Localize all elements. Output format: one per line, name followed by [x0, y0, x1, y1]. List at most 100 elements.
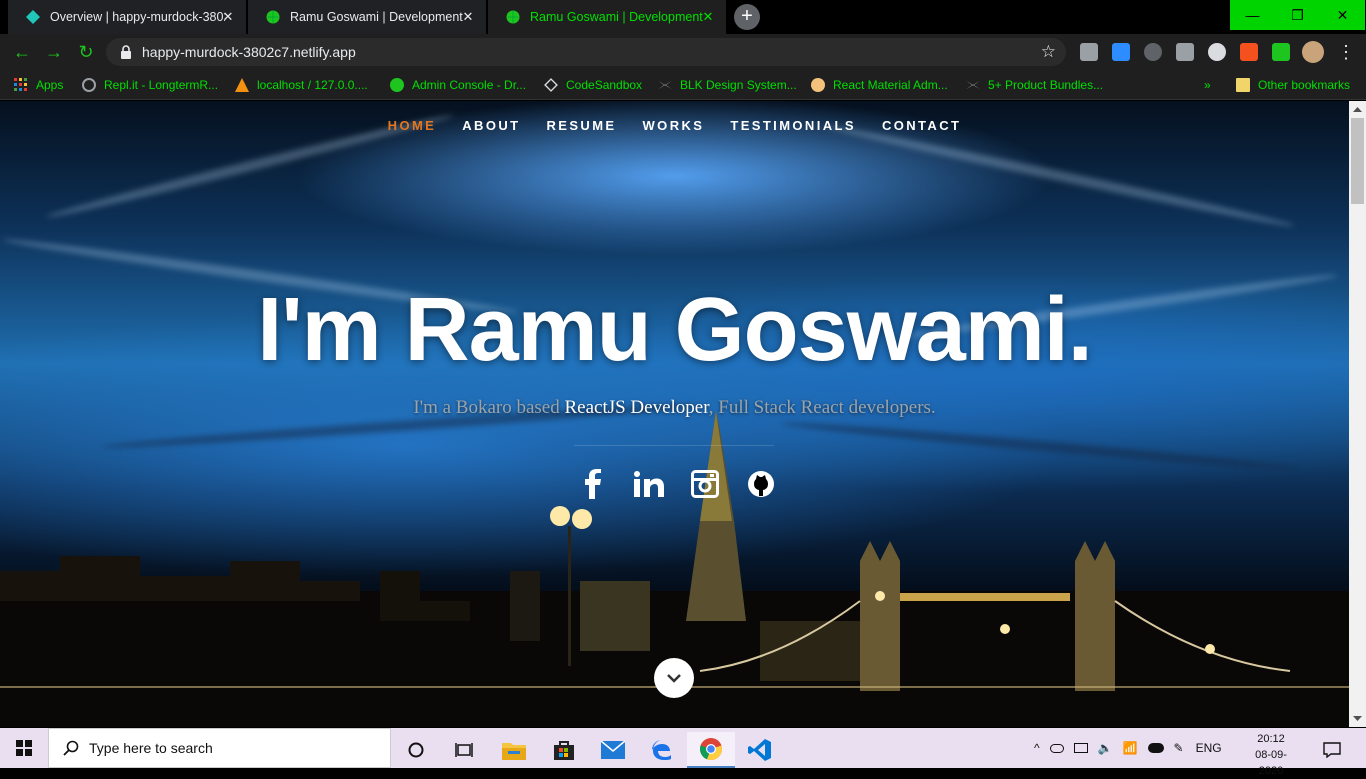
edge-icon [652, 740, 671, 760]
file-explorer-button[interactable] [490, 732, 538, 768]
tray-overflow-chevron-icon[interactable]: ^ [1034, 741, 1040, 755]
language-indicator[interactable]: ENG [1196, 741, 1222, 755]
task-view-icon [455, 743, 473, 757]
scrollbar-thumb[interactable] [1351, 118, 1364, 204]
nav-about[interactable]: ABOUT [449, 118, 533, 133]
profile-avatar[interactable] [1302, 41, 1324, 63]
circle-extension-icon[interactable] [1208, 43, 1226, 61]
close-icon[interactable]: ✕ [460, 9, 476, 25]
translate-extension-icon[interactable] [1240, 43, 1258, 61]
page-scrollbar[interactable] [1349, 101, 1366, 727]
battery-icon[interactable] [1073, 743, 1088, 753]
react-material-icon [811, 78, 825, 92]
bookmark-localhost[interactable]: localhost / 127.0.0.... [235, 76, 368, 94]
camera-extension-icon[interactable] [1176, 43, 1194, 61]
store-icon [554, 741, 574, 760]
instagram-icon [691, 470, 719, 498]
search-icon [63, 740, 79, 756]
netlify-icon [26, 10, 40, 24]
start-button[interactable] [0, 728, 48, 768]
close-window-button[interactable]: ✕ [1320, 0, 1365, 30]
address-bar[interactable]: happy-murdock-3802c7.netlify.app ☆ [106, 38, 1066, 66]
volume-icon[interactable]: 🔈 [1098, 741, 1113, 755]
minimize-button[interactable]: — [1230, 0, 1275, 30]
cloud-sync-icon[interactable] [1147, 743, 1164, 753]
nav-contact[interactable]: CONTACT [869, 118, 974, 133]
windows-taskbar: Type here to search ^ 🔈 📶 ✎ ENG 20:12 08… [0, 728, 1366, 777]
mail-icon [601, 741, 625, 759]
bookmark-star-icon[interactable]: ☆ [1041, 42, 1056, 62]
bookmark-react-material[interactable]: React Material Adm... [811, 76, 948, 94]
other-bookmarks[interactable]: Other bookmarks [1236, 76, 1350, 94]
tab-overview[interactable]: Overview | happy-murdock-3802 ✕ [8, 0, 246, 34]
close-icon[interactable]: ✕ [700, 9, 716, 25]
bookmarks-overflow-button[interactable]: » [1204, 76, 1211, 94]
scroll-up-arrow-icon[interactable] [1353, 105, 1362, 114]
tab-development-active[interactable]: Ramu Goswami | Development ✕ [488, 0, 726, 34]
folder-icon [1236, 78, 1250, 92]
onedrive-icon[interactable] [1049, 743, 1064, 753]
windows-logo-icon [16, 740, 32, 756]
facebook-icon [585, 469, 601, 499]
bookmark-label: BLK Design System... [680, 78, 797, 92]
back-button[interactable]: ← [12, 42, 32, 62]
nav-resume[interactable]: RESUME [533, 118, 629, 133]
menu-kebab-icon[interactable]: ⋮ [1336, 42, 1356, 62]
bookmarks-bar: Apps Repl.it - LongtermR... localhost / … [0, 70, 1366, 100]
instagram-link[interactable] [688, 467, 722, 501]
pen-workspace-icon[interactable]: ✎ [1174, 741, 1184, 755]
vscode-button[interactable] [736, 732, 784, 768]
taskbar-search-box[interactable]: Type here to search [48, 728, 391, 768]
cortana-button[interactable] [392, 732, 440, 768]
chrome-button[interactable] [687, 732, 735, 768]
bookmark-label: React Material Adm... [833, 78, 948, 92]
nav-testimonials[interactable]: TESTIMONIALS [717, 118, 869, 133]
bookmark-label: Repl.it - LongtermR... [104, 78, 219, 92]
task-view-button[interactable] [440, 732, 488, 768]
chrome-icon [700, 738, 722, 761]
nav-home[interactable]: HOME [375, 118, 450, 133]
bookmark-replit[interactable]: Repl.it - LongtermR... [82, 76, 218, 94]
github-icon [748, 471, 774, 497]
clock-time: 20:12 [1257, 733, 1285, 745]
bow-icon [658, 80, 672, 90]
facebook-link[interactable] [576, 467, 610, 501]
file-explorer-icon [502, 743, 526, 760]
scroll-down-button[interactable] [654, 658, 694, 698]
edge-button[interactable] [638, 732, 686, 768]
reload-button[interactable]: ↻ [76, 42, 96, 62]
cortana-icon [408, 742, 424, 758]
nav-works[interactable]: WORKS [630, 118, 718, 133]
github-link[interactable] [744, 467, 778, 501]
new-tab-button[interactable]: + [734, 4, 760, 30]
taskbar-clock[interactable]: 20:12 08-09-2020 [1244, 731, 1298, 779]
bookmark-codesandbox[interactable]: CodeSandbox [544, 76, 642, 94]
bookmark-label: CodeSandbox [566, 78, 643, 92]
scroll-down-arrow-icon[interactable] [1353, 714, 1362, 723]
bookmark-apps[interactable]: Apps [14, 76, 63, 94]
mail-button[interactable] [589, 732, 637, 768]
browser-toolbar: ← → ↻ happy-murdock-3802c7.netlify.app ☆… [0, 34, 1366, 70]
bow-icon [966, 80, 980, 90]
bookmark-label: Admin Console - Dr... [412, 78, 527, 92]
store-button[interactable] [540, 732, 588, 768]
bookmark-admin-console[interactable]: Admin Console - Dr... [390, 76, 526, 94]
forward-button[interactable]: → [44, 42, 64, 62]
tab-title: Ramu Goswami | Development [290, 10, 463, 24]
bug-extension-icon[interactable] [1144, 43, 1162, 61]
puzzle-extensions-icon[interactable] [1272, 43, 1290, 61]
tab-title: Ramu Goswami | Development [530, 10, 703, 24]
close-icon[interactable]: ✕ [220, 9, 236, 25]
bookmark-product-bundles[interactable]: 5+ Product Bundles... [966, 76, 1103, 94]
restore-button[interactable]: ❐ [1275, 0, 1320, 30]
zoom-extension-icon[interactable] [1112, 43, 1130, 61]
hero-divider [574, 445, 774, 446]
action-center-button[interactable] [1310, 732, 1354, 768]
bookmark-blk-design[interactable]: BLK Design System... [658, 76, 797, 94]
linkedin-link[interactable] [632, 467, 666, 501]
tab-development-1[interactable]: Ramu Goswami | Development ✕ [248, 0, 486, 34]
wifi-icon[interactable]: 📶 [1123, 741, 1138, 755]
notification-icon [1323, 742, 1341, 758]
globe-icon [390, 78, 404, 92]
extension-icon[interactable] [1080, 43, 1098, 61]
